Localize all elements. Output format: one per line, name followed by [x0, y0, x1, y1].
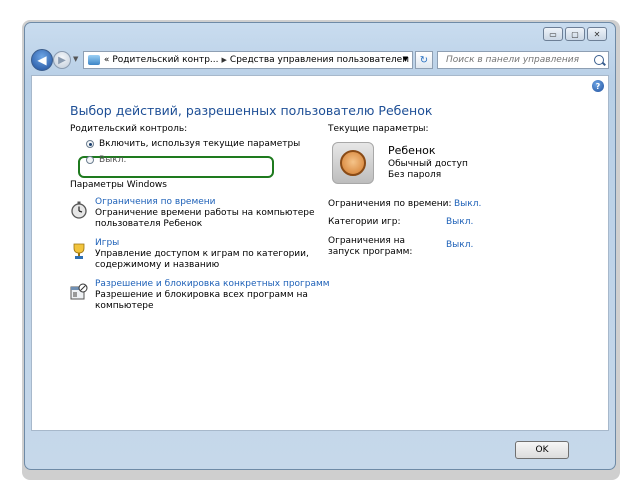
- window-controls: ▭ ▢ ✕: [541, 27, 607, 41]
- time-limits-desc: Ограничение времени работы на компьютере…: [95, 208, 315, 229]
- address-dropdown-icon[interactable]: ▼: [403, 55, 408, 63]
- address-bar[interactable]: « Родительский контр... ▶ Средства управ…: [83, 51, 413, 69]
- game-ratings-status-label: Категории игр:: [328, 217, 401, 227]
- user-password-status: Без пароля: [388, 170, 442, 180]
- games-link[interactable]: Игры: [95, 238, 119, 248]
- page-title: Выбор действий, разрешенных пользователю…: [70, 103, 433, 118]
- clock-icon: [71, 201, 87, 219]
- option-time-limits: Ограничения по времени Ограничение време…: [70, 197, 315, 231]
- breadcrumb-user-controls[interactable]: Средства управления пользователем: [230, 55, 409, 65]
- programs-link[interactable]: Разрешение и блокировка конкретных прогр…: [95, 279, 330, 289]
- close-button[interactable]: ✕: [587, 27, 607, 41]
- radio-disable[interactable]: Выкл.: [86, 155, 126, 165]
- user-picture-icon: [340, 150, 366, 176]
- radio-disable-label: Выкл.: [99, 155, 127, 165]
- option-programs: Разрешение и блокировка конкретных прогр…: [70, 279, 330, 313]
- time-limits-status-label: Ограничения по времени:: [328, 199, 452, 209]
- search-input[interactable]: [444, 54, 588, 66]
- maximize-button[interactable]: ▢: [565, 27, 585, 41]
- minimize-button[interactable]: ▭: [543, 27, 563, 41]
- radio-off-indicator[interactable]: [86, 156, 94, 164]
- game-ratings-status-value[interactable]: Выкл.: [446, 217, 473, 227]
- trophy-icon: [73, 243, 85, 259]
- program-limits-status-label: Ограничения на запуск программ:: [328, 236, 413, 257]
- navigation-bar: ◀ ▶ ▼ « Родительский контр... ▶ Средства…: [31, 49, 609, 71]
- breadcrumb-parental-control[interactable]: Родительский контр...: [112, 55, 218, 65]
- search-icon[interactable]: [594, 55, 604, 65]
- back-button[interactable]: ◀: [31, 49, 53, 71]
- option-games: Игры Управление доступом к играм по кате…: [70, 238, 310, 272]
- address-overflow[interactable]: «: [104, 55, 110, 65]
- games-desc: Управление доступом к играм по категории…: [95, 249, 309, 270]
- forward-button[interactable]: ▶: [53, 51, 71, 69]
- programs-desc: Разрешение и блокировка всех программ на…: [95, 290, 308, 311]
- user-name: Ребенок: [388, 144, 436, 157]
- radio-enable-label: Включить, используя текущие параметры: [99, 139, 301, 149]
- time-limits-link[interactable]: Ограничения по времени: [95, 197, 216, 207]
- current-settings-label: Текущие параметры:: [328, 124, 429, 134]
- radio-on-indicator[interactable]: [86, 140, 94, 148]
- ok-button[interactable]: OK: [515, 441, 569, 459]
- breadcrumb-separator-icon[interactable]: ▶: [222, 56, 227, 64]
- parental-control-label: Родительский контроль:: [70, 124, 188, 134]
- recent-pages-dropdown[interactable]: ▼: [73, 55, 78, 63]
- user-account-type: Обычный доступ: [388, 159, 468, 169]
- program-block-icon: [70, 283, 88, 300]
- control-panel-icon: [88, 55, 100, 65]
- program-limits-status-value[interactable]: Выкл.: [446, 240, 473, 250]
- content-pane: ? Выбор действий, разрешенных пользовате…: [31, 75, 609, 431]
- radio-enable[interactable]: Включить, используя текущие параметры: [86, 139, 300, 149]
- time-limits-status-value[interactable]: Выкл.: [454, 199, 481, 209]
- search-box[interactable]: [437, 51, 609, 69]
- avatar: [332, 142, 374, 184]
- windows-settings-label: Параметры Windows: [70, 180, 167, 190]
- refresh-button[interactable]: ↻: [415, 51, 433, 69]
- help-icon[interactable]: ?: [592, 80, 604, 92]
- control-panel-window: ▭ ▢ ✕ ◀ ▶ ▼ « Родительский контр... ▶ Ср…: [24, 22, 616, 470]
